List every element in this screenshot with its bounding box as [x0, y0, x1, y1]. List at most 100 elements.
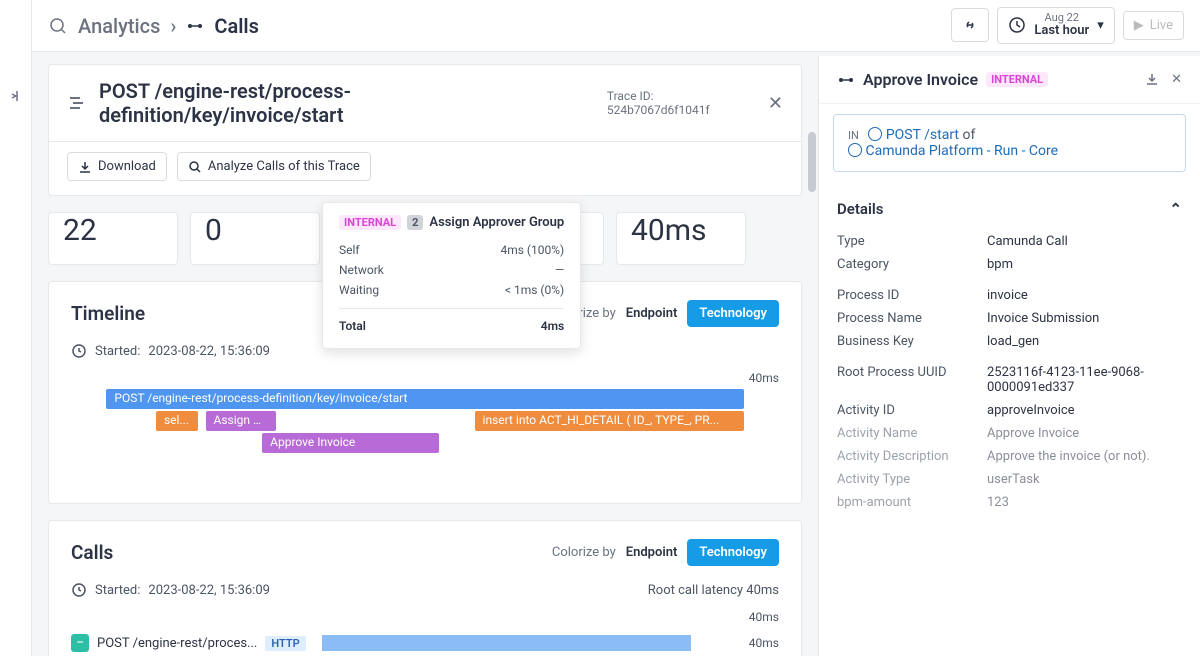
in-box: IN POST /start of Camunda Platform - Run… — [833, 114, 1186, 172]
of-label: of — [963, 127, 976, 143]
service-icon — [848, 143, 862, 159]
detail-value: approveInvoice — [987, 403, 1182, 418]
collapse-icon[interactable]: − — [71, 634, 89, 652]
trace-id: 524b7067d6f1041f — [607, 103, 710, 117]
detail-row: Activity IDapproveInvoice — [837, 399, 1182, 422]
internal-tag: INTERNAL — [339, 215, 401, 230]
analyze-label: Analyze Calls of this Trace — [208, 159, 360, 174]
timeline-bar[interactable]: sel... — [156, 411, 198, 431]
detail-value: userTask — [987, 472, 1182, 487]
left-sidebar — [0, 0, 32, 656]
details-section: Details ⌃ TypeCamunda CallCategorybpmPro… — [819, 182, 1200, 656]
detail-row: Activity DescriptionApprove the invoice … — [837, 445, 1182, 468]
detail-row: TypeCamunda Call — [837, 230, 1182, 253]
breadcrumb-section[interactable]: Analytics — [78, 14, 160, 38]
close-icon[interactable]: ✕ — [1171, 72, 1182, 87]
trace-method: POST — [99, 79, 150, 103]
timeline-max: 40ms — [71, 371, 779, 385]
call-row[interactable]: − POST /engine-rest/proces... HTTP 40ms — [71, 628, 779, 656]
metric-card: 40ms — [616, 212, 746, 265]
detail-value: load_gen — [987, 334, 1182, 349]
started-label: Started: — [95, 583, 140, 598]
detail-key: Activity Type — [837, 472, 987, 487]
download-icon — [78, 160, 92, 174]
detail-key: Activity Description — [837, 449, 987, 464]
play-icon: ▶ — [1134, 18, 1144, 33]
started-value: 2023-08-22, 15:36:09 — [148, 344, 270, 359]
download-label: Download — [98, 159, 156, 174]
detail-row: bpm-amount123 — [837, 491, 1182, 514]
detail-row: Process IDinvoice — [837, 284, 1182, 307]
analyze-icon — [188, 160, 202, 174]
detail-row: Activity TypeuserTask — [837, 468, 1182, 491]
breadcrumb: Analytics › Calls — [48, 14, 259, 38]
endpoint-icon — [868, 127, 882, 143]
timeline-bar[interactable]: insert into ACT_HI_DETAIL ( ID_, TYPE_, … — [475, 411, 744, 431]
metric-card: 0 — [190, 212, 320, 265]
detail-row: Process NameInvoice Submission — [837, 307, 1182, 330]
trace-icon — [67, 92, 89, 114]
close-icon[interactable]: ✕ — [768, 93, 783, 114]
detail-key: Category — [837, 257, 987, 272]
link-button[interactable] — [951, 8, 989, 42]
detail-row: Categorybpm — [837, 253, 1182, 276]
timeline-bar[interactable]: Assign A... — [206, 411, 277, 431]
detail-key: bpm-amount — [837, 495, 987, 510]
collapse-icon[interactable] — [8, 88, 24, 104]
detail-value: Approve Invoice — [987, 426, 1182, 441]
chevron-up-icon: ⌃ — [1169, 200, 1182, 218]
download-button[interactable]: Download — [67, 152, 167, 181]
trace-icon — [837, 71, 855, 89]
detail-key: Business Key — [837, 334, 987, 349]
detail-key: Root Process UUID — [837, 365, 987, 395]
started-value: 2023-08-22, 15:36:09 — [148, 583, 270, 598]
details-title: Details — [837, 200, 883, 218]
breadcrumb-page: Calls — [214, 14, 259, 38]
metric-card: 22 — [48, 212, 178, 265]
right-panel: Approve Invoice INTERNAL ✕ IN POST /star… — [818, 56, 1200, 656]
colorize-technology[interactable]: Technology — [687, 539, 779, 566]
calls-card: Calls Colorize by Endpoint Technology — [48, 520, 802, 656]
call-name: POST /engine-rest/proces... — [97, 636, 257, 651]
calls-icon — [186, 17, 204, 35]
scrollbar-handle[interactable] — [808, 132, 816, 192]
colorize-endpoint[interactable]: Endpoint — [626, 545, 678, 560]
live-button[interactable]: ▶ Live — [1123, 11, 1184, 40]
center-column: POST /engine-rest/process-definition/key… — [32, 52, 818, 656]
count-tag: 2 — [407, 215, 423, 230]
clock-icon — [71, 582, 87, 598]
in-call-link[interactable]: POST /start — [886, 127, 959, 143]
detail-key: Activity Name — [837, 426, 987, 441]
clock-icon — [1008, 16, 1026, 34]
timeline-bar[interactable]: POST /engine-rest/process-definition/key… — [106, 389, 743, 409]
colorize-technology[interactable]: Technology — [687, 300, 779, 327]
detail-value: invoice — [987, 288, 1182, 303]
detail-row: Activity NameApprove Invoice — [837, 422, 1182, 445]
detail-value: 2523116f-4123-11ee-9068-0000091ed337 — [987, 365, 1182, 395]
timeline-title: Timeline — [71, 302, 145, 325]
timeline-bar[interactable]: Approve Invoice — [262, 433, 439, 453]
details-toggle[interactable]: Details ⌃ — [837, 192, 1182, 230]
calls-max: 40ms — [71, 610, 779, 624]
colorize-label: Colorize by — [552, 545, 616, 560]
internal-tag: INTERNAL — [986, 72, 1048, 87]
detail-value: bpm — [987, 257, 1182, 272]
caret-down-icon: ▾ — [1097, 18, 1104, 33]
calls-title: Calls — [71, 541, 113, 564]
in-service-link[interactable]: Camunda Platform - Run - Core — [865, 143, 1058, 159]
detail-value: Camunda Call — [987, 234, 1182, 249]
detail-key: Process ID — [837, 288, 987, 303]
analyze-button[interactable]: Analyze Calls of this Trace — [177, 152, 371, 181]
colorize-endpoint[interactable]: Endpoint — [626, 306, 678, 321]
detail-row: Root Process UUID2523116f-4123-11ee-9068… — [837, 361, 1182, 399]
detail-key: Process Name — [837, 311, 987, 326]
analytics-icon — [48, 16, 68, 36]
panel-title: Approve Invoice — [863, 70, 978, 89]
detail-key: Activity ID — [837, 403, 987, 418]
detail-value: Invoice Submission — [987, 311, 1182, 326]
download-icon[interactable] — [1145, 72, 1159, 87]
date-range-button[interactable]: Aug 22 Last hour ▾ — [997, 7, 1114, 43]
detail-row: Business Keyload_gen — [837, 330, 1182, 353]
trace-id-label: Trace ID: — [607, 89, 654, 103]
clock-icon — [71, 343, 87, 359]
